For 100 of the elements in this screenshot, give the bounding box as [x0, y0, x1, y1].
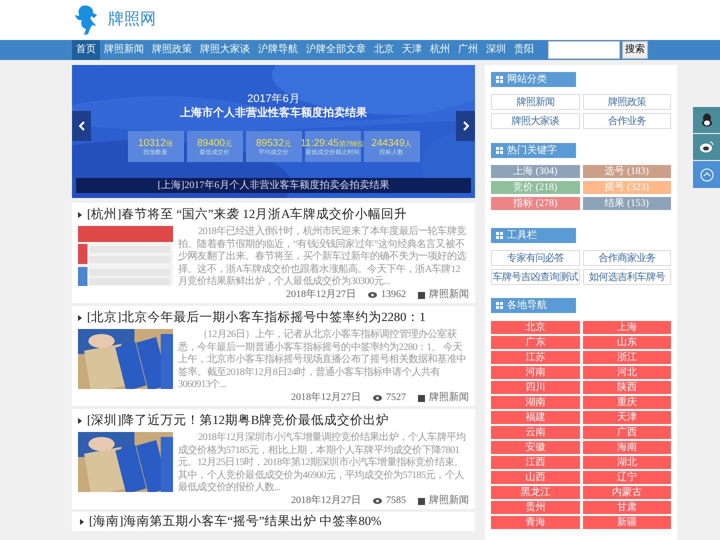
nav-link[interactable]: 深圳 [482, 40, 510, 60]
section-title: 网站分类 [507, 74, 547, 84]
weibo-icon[interactable] [693, 134, 720, 160]
region-link[interactable]: 上海 [582, 321, 671, 334]
nav-link[interactable]: 牌照政策 [148, 40, 196, 60]
nav-link[interactable]: 北京 [370, 40, 398, 60]
eye-icon [368, 292, 377, 298]
search-field[interactable] [548, 41, 620, 59]
sidebar-link[interactable]: 车牌号吉凶查询测试 [491, 269, 580, 285]
bullet-icon [80, 518, 84, 524]
region-link[interactable]: 辽宁 [582, 471, 671, 484]
category-link[interactable]: 牌照新闻 [429, 495, 469, 507]
region-link[interactable]: 四川 [491, 381, 580, 394]
category-icon [418, 292, 425, 298]
horse-logo-icon [74, 4, 98, 36]
category-icon [418, 498, 425, 504]
region-link[interactable]: 河北 [582, 366, 671, 379]
grid-icon [496, 232, 503, 239]
category-link[interactable]: 牌照新闻 [429, 289, 469, 301]
banner-headline: 上海市个人非营业性客车额度拍卖结果 [180, 106, 367, 120]
banner-date: 2017年6月 [247, 93, 300, 106]
article-date: 2018年12月27日 [286, 289, 356, 301]
grid-icon [496, 302, 503, 309]
region-link[interactable]: 河南 [491, 366, 580, 379]
keyword-tag[interactable]: 选号 (183) [582, 165, 671, 178]
grid-icon [496, 147, 503, 154]
region-link[interactable]: 广西 [582, 426, 671, 439]
region-link[interactable]: 内蒙古 [582, 486, 671, 499]
region-link[interactable]: 江西 [491, 456, 580, 469]
view-count: 7527 [386, 392, 406, 404]
nav-link[interactable]: 首页 [72, 40, 100, 60]
article-title[interactable]: [杭州]春节将至 “国六”来袭 12月浙A车牌成交价小幅回升 [87, 207, 408, 222]
search-button[interactable]: 搜索 [622, 41, 648, 59]
region-link[interactable]: 天津 [582, 411, 671, 424]
region-link[interactable]: 陕西 [582, 381, 671, 394]
region-link[interactable]: 北京 [491, 321, 580, 334]
article-title[interactable]: [北京]北京今年最后一期小客车指标摇号中签率约为2280：1 [87, 310, 426, 325]
region-link[interactable]: 福建 [491, 411, 580, 424]
sidebar-link[interactable]: 牌照政策 [582, 94, 671, 110]
sidebar-link[interactable]: 牌照新闻 [491, 94, 580, 110]
region-link[interactable]: 甘肃 [582, 501, 671, 514]
view-count: 7585 [386, 495, 406, 507]
bullet-icon [78, 212, 82, 218]
article-date: 2018年12月27日 [291, 495, 361, 507]
nav-link[interactable]: 牌照新闻 [100, 40, 148, 60]
nav-link[interactable]: 沪牌全部文章 [302, 40, 370, 60]
article-title[interactable]: [海南]海南第五期小客车“摇号”结果出炉 中签率80% [89, 514, 382, 529]
region-link[interactable]: 湖北 [582, 456, 671, 469]
keyword-tag[interactable]: 竞价 (218) [491, 181, 580, 194]
eye-icon [373, 498, 382, 504]
article-date: 2018年12月27日 [291, 392, 361, 404]
nav-link[interactable]: 牌照大家谈 [196, 40, 254, 60]
article-excerpt: （12月26日）上午，记者从北京小客车指标调控管理办公室获悉，今年最后一期普通小客车指标摇号的中签率约为2280：1。 今天上午，北京市小客车指标摇号现场直播公布了摇号相关数据和基准中签率。截至2018年12月8日24时，普通小客车指标申请个人共有3060913个... [178, 329, 468, 392]
category-link[interactable]: 牌照新闻 [429, 392, 469, 404]
sidebar-link[interactable]: 如何选吉利车牌号 [582, 269, 671, 285]
keyword-tag[interactable]: 结果 (153) [582, 197, 671, 210]
category-icon [418, 394, 425, 402]
banner-caption[interactable]: [上海]2017年6月个人非营业客车额度拍卖会拍卖结果 [76, 178, 471, 193]
bullet-icon [78, 314, 82, 320]
article-excerpt: 2018年12月深圳市小汽车增量调控竞价结果出炉，个人车牌平均成交价格为57185元，相比上期，本期个人车牌平均成交价下降7801元。12月25日15时，2018年第12期深圳市小汽车增量指标竞价结束。其中，个人竞价最低成交价为46900元，平均成交价为57185元，个人最低成交价的报价人数... [178, 432, 467, 494]
grid-icon [496, 76, 503, 83]
region-link[interactable]: 安徽 [491, 441, 580, 454]
region-link[interactable]: 青海 [491, 516, 580, 529]
keyword-tag[interactable]: 上海 (304) [491, 165, 580, 178]
sidebar-link[interactable]: 牌照大家谈 [491, 113, 580, 129]
region-link[interactable]: 江苏 [491, 351, 580, 364]
section-title: 工具栏 [507, 230, 537, 240]
next-button[interactable] [456, 111, 475, 141]
sidebar-link[interactable]: 合作商家业务 [582, 250, 671, 266]
region-link[interactable]: 广东 [491, 336, 580, 349]
eye-icon [373, 395, 382, 401]
keyword-tag[interactable]: 指标 (278) [491, 197, 580, 210]
region-link[interactable]: 云南 [491, 426, 580, 439]
region-link[interactable]: 新疆 [582, 516, 671, 529]
region-link[interactable]: 湖南 [491, 396, 580, 409]
article-excerpt: 2018年已经进入倒计时，杭州市民迎来了本年度最后一轮车牌竞拍。随着春节假期的临近，“有钱没钱回家过年”这句经典名言又被不少网友翻了出来。春节将至，买个新车过新年的确不失为一项好的选择。这不，浙A车牌成交价也跟着水涨船高。今天下午，浙A车牌12月竞价结果新鲜出炉，个人最低成交价为30300元... [178, 226, 468, 288]
chevron-right-icon [462, 121, 468, 131]
sidebar-link[interactable]: 专家有问必答 [491, 250, 580, 266]
nav-link[interactable]: 贵阳 [510, 40, 538, 60]
view-count: 13962 [381, 289, 406, 301]
region-link[interactable]: 山西 [491, 471, 580, 484]
nav-link[interactable]: 杭州 [426, 40, 454, 60]
region-link[interactable]: 重庆 [582, 396, 671, 409]
article-title[interactable]: [深圳]降了近万元！第12期粤B牌竞价最低成交价出炉 [87, 413, 390, 428]
section-title: 各地导航 [507, 300, 547, 310]
site-name[interactable]: 牌照网 [108, 8, 156, 32]
nav-link[interactable]: 沪牌导航 [254, 40, 302, 60]
bullet-icon [78, 418, 82, 424]
region-link[interactable]: 浙江 [582, 351, 671, 364]
previous-button[interactable] [72, 111, 91, 141]
chevron-left-icon [78, 121, 84, 131]
region-link[interactable]: 黑龙江 [491, 486, 580, 499]
keyword-tag[interactable]: 摇号 (323) [582, 181, 671, 194]
region-link[interactable]: 山东 [582, 336, 671, 349]
penguin-icon[interactable] [693, 107, 720, 133]
region-link[interactable]: 海南 [582, 441, 671, 454]
region-link[interactable]: 贵州 [491, 501, 580, 514]
nav-link[interactable]: 天津 [398, 40, 426, 60]
nav-link[interactable]: 广州 [454, 40, 482, 60]
sidebar-link[interactable]: 合作业务 [582, 113, 671, 129]
